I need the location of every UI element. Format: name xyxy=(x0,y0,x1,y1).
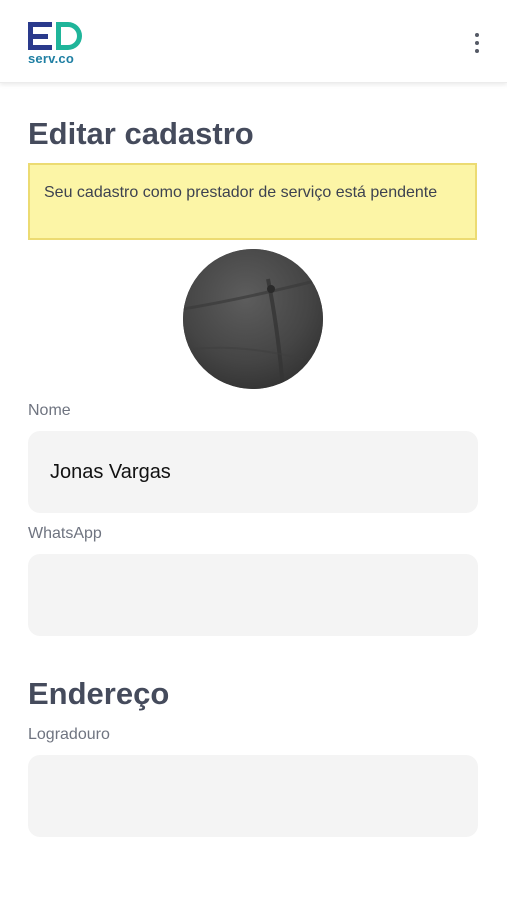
logo-text: serv.co xyxy=(28,51,74,66)
nome-input[interactable] xyxy=(48,459,458,485)
avatar[interactable] xyxy=(183,249,323,389)
app-logo[interactable]: serv.co xyxy=(28,20,84,68)
whatsapp-field[interactable] xyxy=(28,554,478,636)
menu-dot xyxy=(475,49,479,53)
menu-dot xyxy=(475,33,479,37)
logradouro-input[interactable] xyxy=(48,783,458,809)
logradouro-field[interactable] xyxy=(28,755,478,837)
whatsapp-input[interactable] xyxy=(48,582,458,608)
address-section-title: Endereço xyxy=(28,676,170,711)
menu-dot xyxy=(475,41,479,45)
nome-field[interactable] xyxy=(28,431,478,513)
app-header: serv.co xyxy=(0,0,507,83)
logradouro-label: Logradouro xyxy=(28,726,110,743)
avatar-photo xyxy=(183,249,323,389)
page-title: Editar cadastro xyxy=(28,116,254,151)
pending-status-alert: Seu cadastro como prestador de serviço e… xyxy=(28,163,477,240)
more-vert-icon[interactable] xyxy=(466,30,488,56)
whatsapp-label: WhatsApp xyxy=(28,525,102,542)
nome-label: Nome xyxy=(28,402,71,419)
ed-logo-mark xyxy=(28,22,82,50)
